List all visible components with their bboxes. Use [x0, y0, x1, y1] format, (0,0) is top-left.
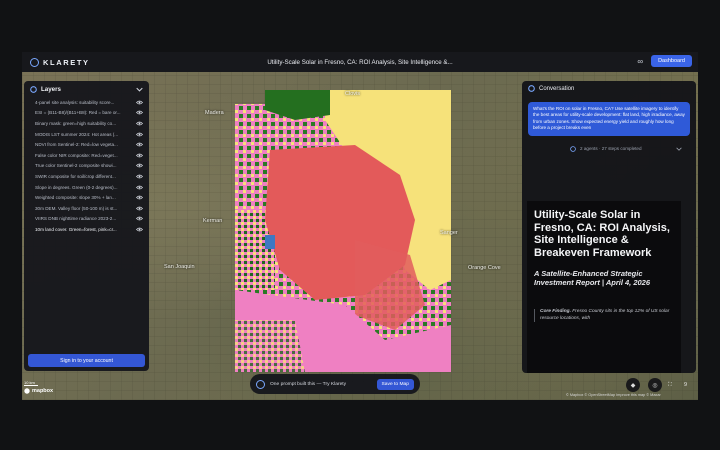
report-subtitle: A Satellite-Enhanced Strategic Investmen…	[534, 269, 651, 287]
mapbox-icon	[24, 388, 30, 394]
layer-item-label: False color NIR composite: Red=veget...	[35, 152, 118, 158]
klarety-logo-icon	[30, 57, 39, 67]
conversation-header: Conversation	[522, 81, 696, 96]
layer-item[interactable]: MODIS LST summer 2024: Hot areas (...	[24, 129, 149, 140]
layer-item[interactable]: Weighted composite: slope 30% + lan...	[24, 192, 149, 203]
report-preview[interactable]: Utility-Scale Solar in Fresno, CA: ROI A…	[527, 201, 681, 373]
map-label-north: Clovis	[345, 91, 360, 97]
core-finding: Core Finding. Fresno County sits in the …	[534, 309, 674, 322]
water-body	[265, 235, 275, 249]
layer-item[interactable]: 30m DEM. Valley floor (50-100 m) is st..…	[24, 203, 149, 214]
infinity-icon[interactable]: ∞	[637, 57, 643, 66]
layer-item-label: 30m DEM. Valley floor (50-100 m) is st..…	[35, 205, 118, 211]
zoom-level: 9	[684, 382, 688, 388]
layer-item[interactable]: VIIRS DNB nighttime radiance 2023-2...	[24, 214, 149, 225]
layer-item-label: Binary mask: green=high suitability co..…	[35, 120, 117, 126]
eye-icon[interactable]	[136, 185, 143, 190]
layer-item-label: 4-panel site analysis: suitability score…	[35, 99, 115, 105]
layers-panel: Layers 4-panel site analysis: suitabilit…	[24, 81, 149, 371]
report-title: Utility-Scale Solar in Fresno, CA: ROI A…	[534, 209, 670, 259]
chevron-down-icon[interactable]	[675, 147, 682, 151]
layer-item[interactable]: ESI = (B11-B8)/(B11+B8): Red = bare or..…	[24, 108, 149, 119]
eye-icon[interactable]	[136, 132, 143, 137]
chevron-down-icon[interactable]	[136, 87, 143, 92]
eye-icon[interactable]	[136, 163, 143, 168]
layer-item-label: Slope in degrees. Green (0-2 degrees)...	[35, 184, 118, 190]
conversation-title: Conversation	[539, 85, 575, 92]
prompt-bar: One prompt built this — Try Klarety Save…	[250, 374, 420, 394]
eye-icon[interactable]	[136, 216, 143, 221]
eye-icon[interactable]	[136, 121, 143, 126]
brand[interactable]: KLARETY	[30, 57, 90, 67]
map-label-san-joaquin: San Joaquin	[164, 264, 195, 270]
page-title: Utility-Scale Solar in Fresno, CA: ROI A…	[267, 58, 453, 66]
layer-item[interactable]: 10m land cover. Green=forest, pink=cr...	[24, 224, 149, 235]
layer-item[interactable]: NDVI from Sentinel-2: Red=low vegeta...	[24, 139, 149, 150]
layers-title: Layers	[41, 85, 61, 93]
sign-in-button[interactable]: Sign in to your account	[28, 354, 145, 367]
suitability-overlay	[235, 90, 451, 372]
klarety-logo-icon	[256, 379, 265, 389]
agents-summary-text: 2 agents · 27 steps completed	[580, 146, 642, 152]
eye-icon[interactable]	[136, 174, 143, 179]
eye-icon[interactable]	[136, 142, 143, 147]
layer-item-label: Weighted composite: slope 30% + lan...	[35, 195, 116, 201]
map-scale: 10 km	[24, 380, 38, 386]
layer-item[interactable]: Slope in degrees. Green (0-2 degrees)...	[24, 182, 149, 193]
layer-item[interactable]: Binary mask: green=high suitability co..…	[24, 118, 149, 129]
save-to-map-button[interactable]: Save to Map	[376, 378, 414, 390]
eye-icon[interactable]	[136, 153, 143, 158]
map-label-sanger: Sanger	[440, 230, 458, 236]
layer-item[interactable]: SWIR composite for soil/crop different..…	[24, 171, 149, 182]
layers-logo-icon	[30, 85, 37, 93]
core-finding-label: Core Finding.	[540, 309, 571, 314]
map-attribution[interactable]: © Mapbox © OpenStreetMap Improve this ma…	[566, 393, 661, 397]
agents-summary[interactable]: 2 agents · 27 steps completed	[570, 145, 688, 152]
layer-item[interactable]: False color NIR composite: Red=veget...	[24, 150, 149, 161]
eye-icon[interactable]	[136, 195, 143, 200]
eye-icon[interactable]	[136, 227, 143, 232]
layer-list: 4-panel site analysis: suitability score…	[24, 97, 149, 235]
layer-item-label: True color Sentinel-2 composite showi...	[35, 163, 117, 169]
mapbox-logo[interactable]: mapbox	[24, 388, 53, 394]
agents-icon	[570, 145, 576, 152]
layers-header[interactable]: Layers	[24, 81, 149, 97]
layer-item-label: ESI = (B11-B8)/(B11+B8): Red = bare or..…	[35, 110, 121, 116]
layer-item-label: 10m land cover. Green=forest, pink=cr...	[35, 226, 117, 232]
layer-item-label: SWIR composite for soil/crop different..…	[35, 173, 116, 179]
layer-item[interactable]: 4-panel site analysis: suitability score…	[24, 97, 149, 108]
map-label-kerman: Kerman	[203, 218, 223, 224]
conversation-panel: Conversation What's the ROI on solar in …	[522, 81, 696, 373]
map-label-madera: Madera	[205, 110, 224, 116]
layer-item-label: VIIRS DNB nighttime radiance 2023-2...	[35, 216, 117, 222]
layer-item-label: NDVI from Sentinel-2: Red=low vegeta...	[35, 142, 118, 148]
mixed-zone-south	[235, 320, 305, 372]
user-message: What's the ROI on solar in Fresno, CA? U…	[528, 102, 690, 136]
fullscreen-icon[interactable]: ⛶	[668, 382, 672, 389]
dashboard-button[interactable]: Dashboard	[651, 55, 692, 67]
brand-name: KLARETY	[43, 57, 90, 67]
eye-icon[interactable]	[136, 206, 143, 211]
layer-item-label: MODIS LST summer 2024: Hot areas (...	[35, 131, 119, 137]
eye-icon[interactable]	[136, 110, 143, 115]
map-label-orange-cove: Orange Cove	[468, 265, 501, 271]
mapbox-wordmark: mapbox	[32, 388, 54, 394]
layer-item[interactable]: True color Sentinel-2 composite showi...	[24, 161, 149, 172]
layers-toggle-icon[interactable]: ◎	[648, 378, 662, 392]
conversation-logo-icon	[528, 85, 535, 92]
compass-icon[interactable]: ◆	[626, 378, 640, 392]
eye-icon[interactable]	[136, 100, 143, 105]
top-bar: KLARETY Utility-Scale Solar in Fresno, C…	[22, 52, 698, 72]
prompt-bar-text[interactable]: One prompt built this — Try Klarety	[270, 382, 372, 387]
